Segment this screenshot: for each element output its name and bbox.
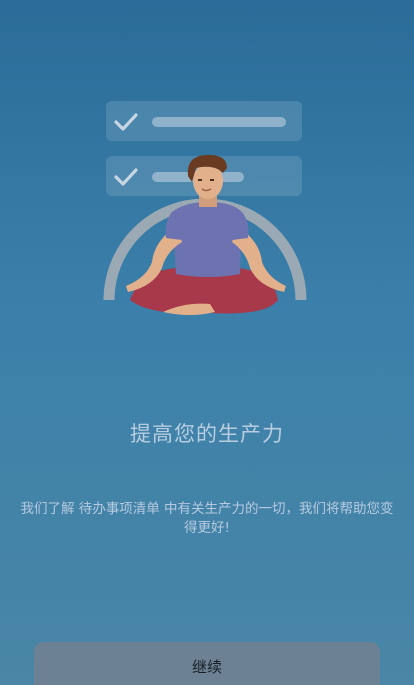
meditation-illustration xyxy=(103,101,307,315)
continue-button[interactable]: 继续 xyxy=(34,642,380,685)
onboarding-screen: 提高您的生产力 我们了解 待办事项清单 中有关生产力的一切，我们将帮助您变得更好… xyxy=(0,0,414,685)
onboarding-description: 我们了解 待办事项清单 中有关生产力的一切，我们将帮助您变得更好! xyxy=(20,501,394,536)
onboarding-title: 提高您的生产力 xyxy=(130,422,284,446)
checklist-card-1 xyxy=(106,101,302,141)
